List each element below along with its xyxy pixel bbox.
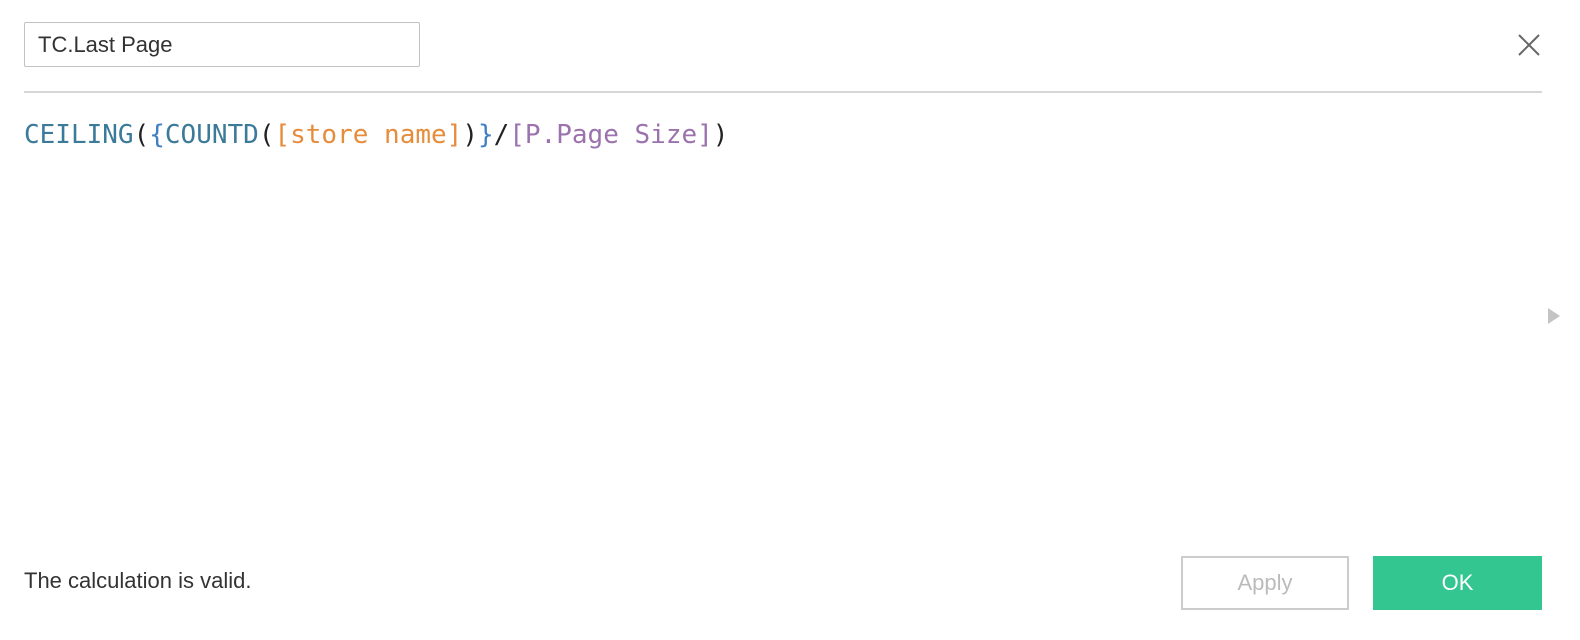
close-button[interactable]: [1510, 26, 1548, 64]
formula-function-countd: COUNTD: [164, 120, 259, 150]
formula-editor[interactable]: CEILING({COUNTD([store name])}/[P.Page S…: [24, 112, 1524, 532]
close-icon: [1518, 34, 1540, 56]
formula-parameter-page-size: [P.Page Size]: [509, 120, 713, 150]
formula-paren-open-inner: (: [258, 120, 275, 150]
calculation-name-input[interactable]: [24, 22, 420, 67]
expand-panel-arrow[interactable]: [1546, 306, 1562, 326]
header-divider: [24, 91, 1542, 93]
formula-function-ceiling: CEILING: [24, 120, 134, 150]
formula-paren-close-inner: ): [462, 120, 478, 150]
formula-lod-brace-open: {: [149, 120, 165, 150]
formula-paren-close: ): [712, 120, 729, 150]
formula-divide-operator: /: [493, 120, 510, 150]
validation-status: The calculation is valid.: [24, 568, 252, 593]
ok-button[interactable]: OK: [1373, 556, 1542, 610]
calculation-dialog: CEILING({COUNTD([store name])}/[P.Page S…: [0, 0, 1580, 640]
caret-right-icon: [1548, 308, 1560, 324]
formula-paren-open: (: [133, 120, 150, 150]
formula-field-store-name: [store name]: [274, 120, 463, 150]
formula-lod-brace-close: }: [477, 120, 494, 150]
apply-button[interactable]: Apply: [1181, 556, 1349, 610]
